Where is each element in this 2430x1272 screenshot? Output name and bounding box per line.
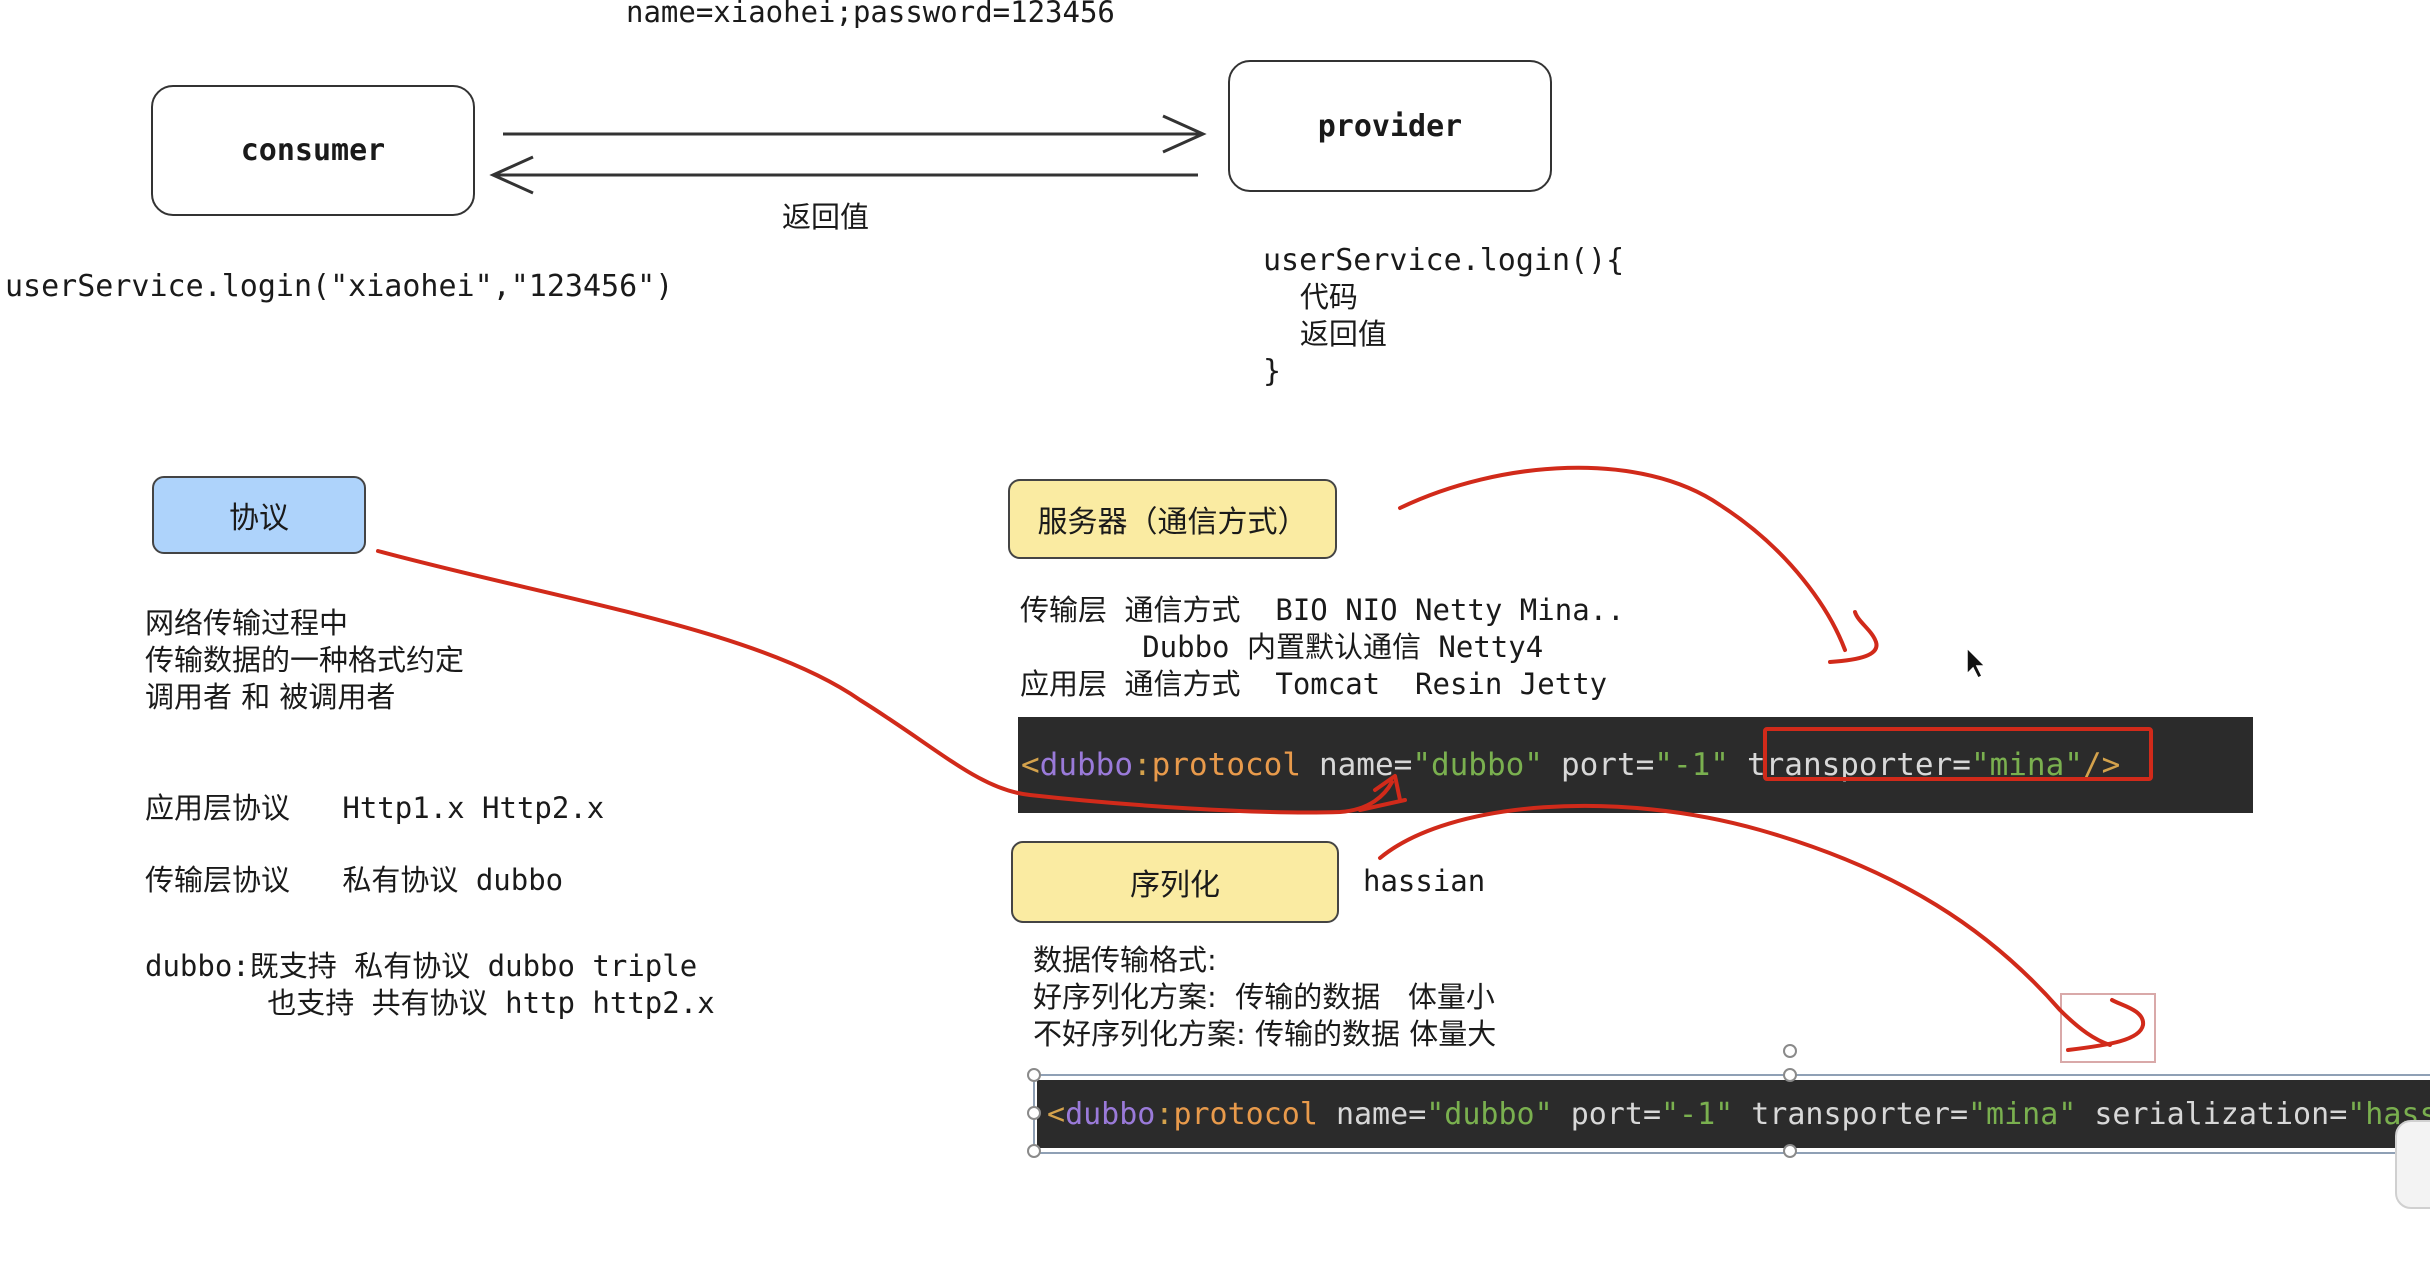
annotation-server-arrowhead: [1828, 610, 1879, 664]
annotation-protocol-to-dubbo: [376, 549, 1394, 815]
annotation-serialization-curve: [1378, 803, 2112, 1047]
annotation-server-curve: [1398, 465, 1847, 652]
red-annotations: [376, 465, 2145, 1052]
mouse-cursor-icon: [1966, 646, 1987, 680]
